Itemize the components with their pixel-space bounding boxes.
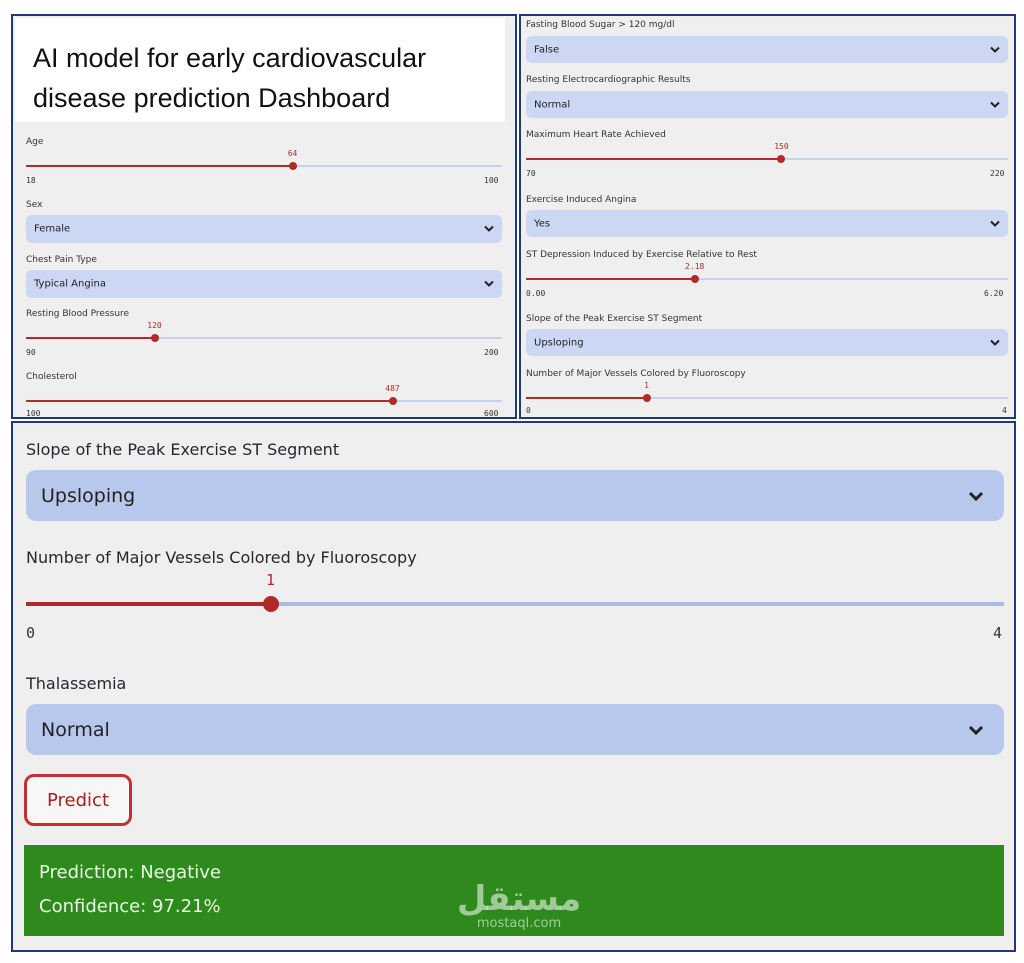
cholesterol-max: 600 bbox=[484, 409, 499, 418]
st-depression-slider-thumb[interactable] bbox=[690, 275, 699, 283]
left-panel: AI model for early cardiovascular diseas… bbox=[11, 14, 517, 419]
age-slider-fill bbox=[26, 165, 293, 167]
fasting-sugar-select[interactable]: False bbox=[526, 36, 1008, 63]
age-slider[interactable]: 64 bbox=[26, 149, 502, 173]
chevron-down-icon bbox=[990, 220, 1000, 227]
prediction-text: Prediction: Negative bbox=[39, 862, 221, 883]
vessels-label-small: Number of Major Vessels Colored by Fluor… bbox=[526, 369, 746, 379]
st-depression-label: ST Depression Induced by Exercise Relati… bbox=[526, 250, 757, 260]
confidence-text: Confidence: 97.21% bbox=[39, 896, 221, 917]
watermark-arabic: مستقل bbox=[456, 879, 582, 919]
chevron-down-icon bbox=[968, 491, 984, 501]
cholesterol-slider[interactable]: 487 bbox=[26, 384, 502, 408]
age-label: Age bbox=[26, 137, 44, 147]
age-value: 64 bbox=[287, 149, 298, 158]
resting-bp-value: 120 bbox=[147, 321, 162, 330]
vessels-label: Number of Major Vessels Colored by Fluor… bbox=[26, 548, 417, 567]
fasting-sugar-label: Fasting Blood Sugar > 120 mg/dl bbox=[526, 20, 675, 30]
max-hr-slider-thumb[interactable] bbox=[777, 155, 786, 163]
vessels-max: 4 bbox=[993, 624, 1003, 642]
vessels-min-small: 0 bbox=[526, 406, 531, 415]
cholesterol-slider-fill bbox=[26, 400, 393, 402]
resting-bp-min: 90 bbox=[26, 348, 36, 357]
max-hr-slider[interactable]: 150 bbox=[526, 142, 1008, 166]
watermark: مستقل mostaql.com bbox=[449, 881, 589, 931]
resting-bp-label: Resting Blood Pressure bbox=[26, 309, 130, 319]
slope-select-small-value: Upsloping bbox=[534, 337, 584, 348]
st-depression-max: 6.20 bbox=[984, 289, 1004, 298]
chevron-down-icon bbox=[990, 339, 1000, 346]
resting-bp-max: 200 bbox=[484, 348, 499, 357]
rest-ecg-label: Resting Electrocardiographic Results bbox=[526, 75, 691, 85]
chevron-down-icon bbox=[484, 280, 494, 287]
sex-select[interactable]: Female bbox=[26, 215, 502, 243]
cholesterol-value: 487 bbox=[385, 384, 400, 393]
exercise-angina-select[interactable]: Yes bbox=[526, 210, 1008, 237]
thalassemia-select-value: Normal bbox=[41, 718, 110, 741]
max-hr-label: Maximum Heart Rate Achieved bbox=[526, 130, 666, 140]
thalassemia-select[interactable]: Normal bbox=[26, 704, 1004, 755]
st-depression-min: 0.00 bbox=[526, 289, 546, 298]
title-box: AI model for early cardiovascular diseas… bbox=[15, 18, 505, 122]
page-title: AI model for early cardiovascular diseas… bbox=[33, 43, 427, 113]
resting-bp-slider-fill bbox=[26, 337, 155, 339]
slope-select-small[interactable]: Upsloping bbox=[526, 329, 1008, 356]
fasting-sugar-select-value: False bbox=[534, 44, 560, 55]
max-hr-value: 150 bbox=[774, 142, 789, 151]
chevron-down-icon bbox=[990, 101, 1000, 108]
st-depression-slider[interactable]: 2.18 bbox=[526, 262, 1008, 286]
st-depression-slider-fill bbox=[526, 278, 695, 280]
bottom-panel: Slope of the Peak Exercise ST Segment Up… bbox=[11, 421, 1016, 952]
cholesterol-slider-thumb[interactable] bbox=[388, 397, 397, 405]
max-hr-min: 70 bbox=[526, 169, 536, 178]
st-depression-value: 2.18 bbox=[685, 262, 705, 271]
chest-pain-select-value: Typical Angina bbox=[34, 278, 106, 290]
age-max: 100 bbox=[484, 176, 499, 185]
right-panel: Fasting Blood Sugar > 120 mg/dl False Re… bbox=[519, 14, 1016, 419]
slope-label: Slope of the Peak Exercise ST Segment bbox=[26, 440, 340, 459]
vessels-slider[interactable]: 1 bbox=[26, 571, 1004, 617]
chest-pain-select[interactable]: Typical Angina bbox=[26, 270, 502, 298]
age-min: 18 bbox=[26, 176, 36, 185]
chest-pain-label: Chest Pain Type bbox=[26, 255, 97, 265]
exercise-angina-select-value: Yes bbox=[534, 218, 551, 229]
exercise-angina-label: Exercise Induced Angina bbox=[526, 195, 637, 205]
slope-label-small: Slope of the Peak Exercise ST Segment bbox=[526, 314, 703, 324]
age-slider-thumb[interactable] bbox=[288, 162, 297, 170]
vessels-slider-small[interactable]: 1 bbox=[526, 381, 1008, 405]
slope-select-value: Upsloping bbox=[41, 484, 136, 507]
cholesterol-min: 100 bbox=[26, 409, 41, 418]
chevron-down-icon bbox=[990, 46, 1000, 53]
resting-bp-slider[interactable]: 120 bbox=[26, 321, 502, 345]
rest-ecg-select-value: Normal bbox=[534, 99, 571, 110]
rest-ecg-select[interactable]: Normal bbox=[526, 91, 1008, 118]
cholesterol-label: Cholesterol bbox=[26, 372, 77, 382]
vessels-slider-thumb[interactable] bbox=[262, 596, 279, 612]
vessels-value: 1 bbox=[265, 571, 276, 589]
resting-bp-slider-thumb[interactable] bbox=[150, 334, 159, 342]
vessels-slider-fill bbox=[26, 602, 271, 606]
sex-select-value: Female bbox=[34, 223, 71, 235]
max-hr-max: 220 bbox=[990, 169, 1005, 178]
chevron-down-icon bbox=[484, 225, 494, 232]
slope-select[interactable]: Upsloping bbox=[26, 470, 1004, 521]
predict-button[interactable]: Predict bbox=[24, 774, 132, 826]
vessels-slider-small-fill bbox=[526, 397, 647, 399]
vessels-min: 0 bbox=[26, 624, 36, 642]
chevron-down-icon bbox=[968, 725, 984, 735]
thalassemia-label: Thalassemia bbox=[26, 674, 127, 693]
vessels-max-small: 4 bbox=[1002, 406, 1007, 415]
vessels-slider-small-thumb[interactable] bbox=[642, 394, 651, 402]
vessels-value-small: 1 bbox=[644, 381, 649, 390]
max-hr-slider-fill bbox=[526, 158, 782, 160]
sex-label: Sex bbox=[26, 200, 43, 210]
watermark-latin: mostaql.com bbox=[476, 916, 562, 931]
